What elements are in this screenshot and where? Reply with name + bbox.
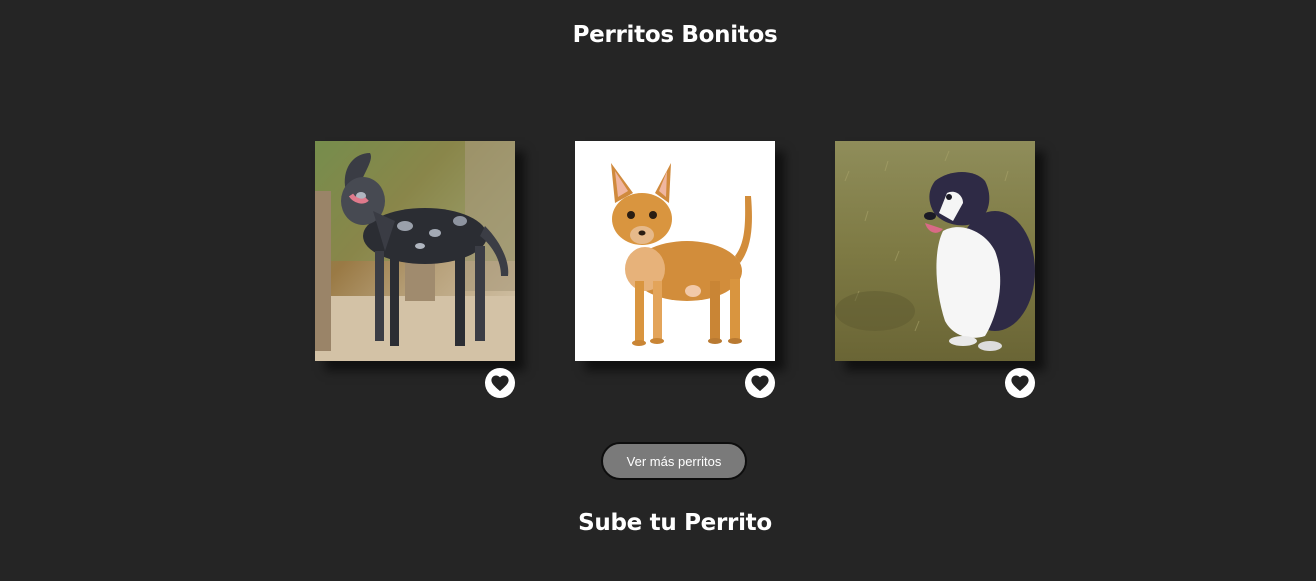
heart-icon [491,375,509,392]
dog-photo-2 [575,141,775,361]
page-title: Perritos Bonitos [572,22,778,48]
dog-photo-3 [835,141,1035,361]
see-more-dogs-button[interactable]: Ver más perritos [601,442,747,480]
like-button-1[interactable] [485,368,515,398]
dog-photo-1 [315,141,515,361]
dog-card-2 [575,141,775,403]
like-button-2[interactable] [745,368,775,398]
upload-section-title: Sube tu Perrito [578,510,772,536]
like-button-3[interactable] [1005,368,1035,398]
heart-icon [751,375,769,392]
dog-card-3 [835,141,1035,403]
dog-card-1 [315,141,515,403]
heart-icon [1011,375,1029,392]
